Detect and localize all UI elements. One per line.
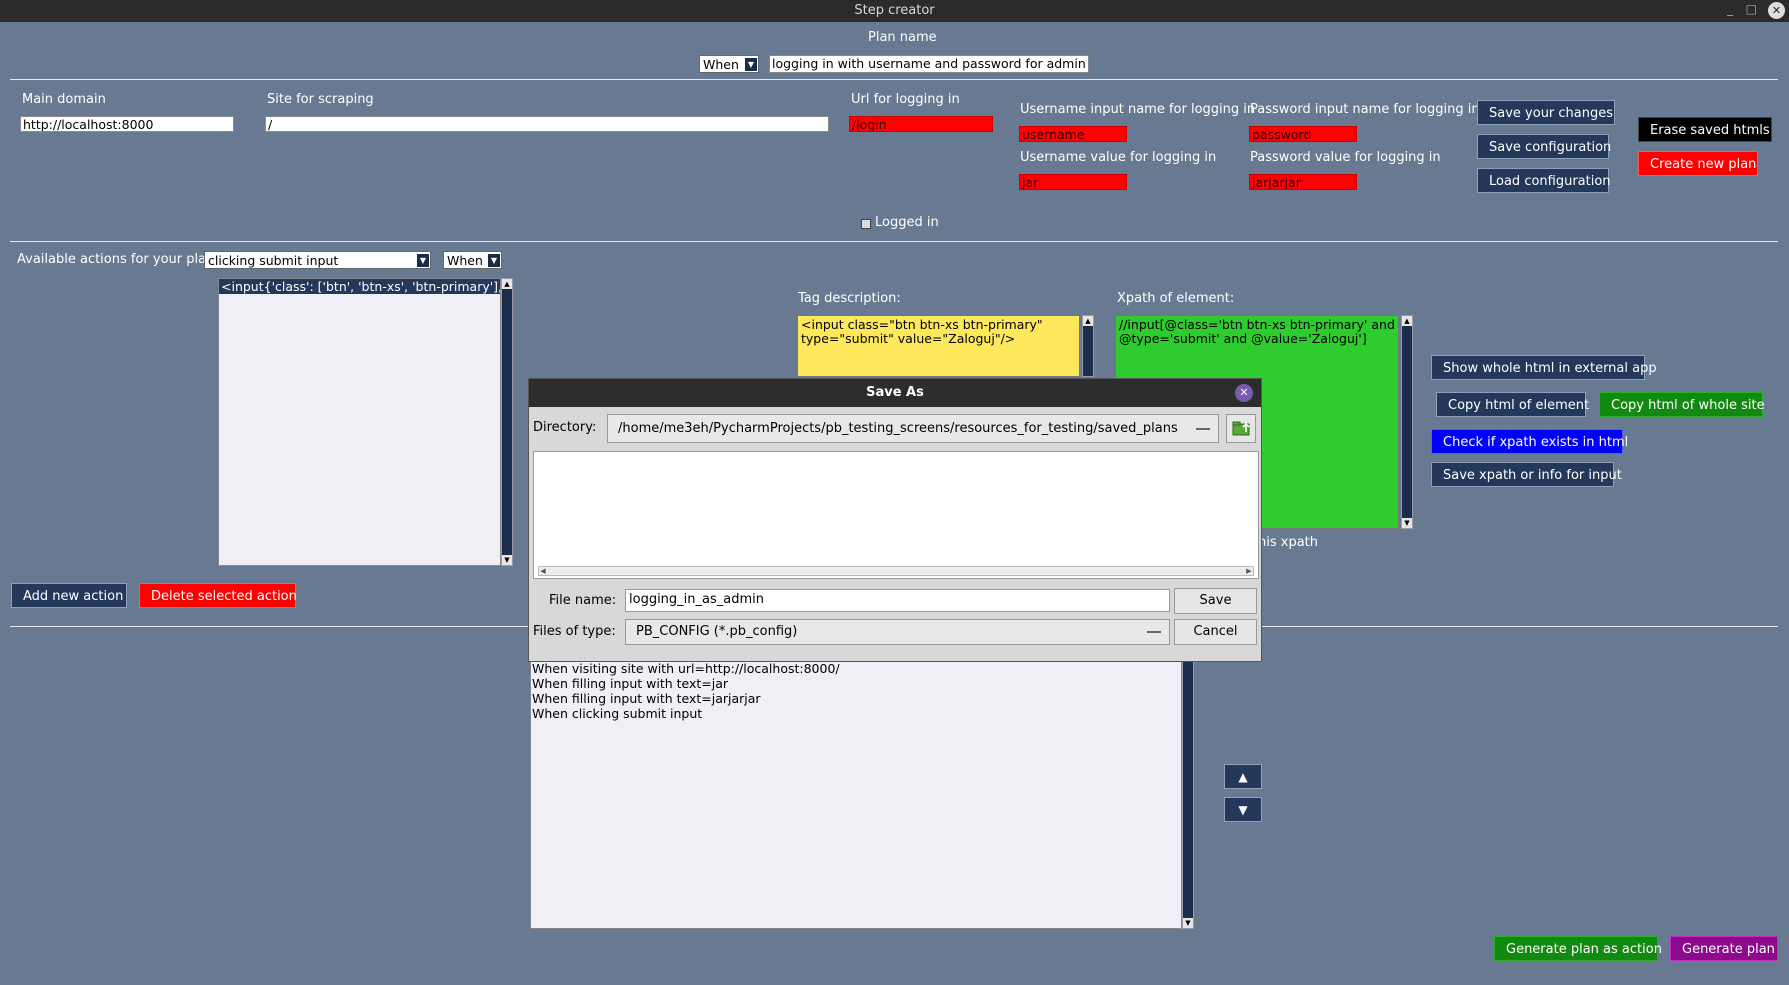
maximize-icon[interactable]: □ xyxy=(1746,2,1757,16)
filename-label: File name: xyxy=(549,593,617,608)
list-item[interactable]: When visiting site with url=http://local… xyxy=(532,661,1180,676)
action-when-select[interactable]: When ▼ xyxy=(443,251,502,269)
file-list[interactable]: ◀ ▶ xyxy=(533,451,1259,579)
copy-site-html-button[interactable]: Copy html of whole site xyxy=(1599,392,1765,417)
dropdown-icon xyxy=(1147,631,1161,633)
save-xpath-button[interactable]: Save xpath or info for input xyxy=(1431,462,1622,487)
chevron-down-icon: ▼ xyxy=(488,254,500,267)
divider xyxy=(10,241,1778,242)
check-xpath-button[interactable]: Check if xpath exists in html xyxy=(1431,429,1628,454)
list-item[interactable]: When clicking submit input xyxy=(532,706,1180,721)
tag-description-text[interactable]: <input class="btn btn-xs btn-primary" ty… xyxy=(797,315,1080,377)
scroll-down-icon[interactable]: ▼ xyxy=(1402,518,1412,528)
steps-listbox[interactable]: When visiting site with url=http://local… xyxy=(530,660,1182,929)
divider xyxy=(10,79,1778,80)
scroll-down-icon[interactable]: ▼ xyxy=(502,555,512,565)
generate-plan-action-button[interactable]: Generate plan as action xyxy=(1494,936,1662,961)
close-icon[interactable]: ✕ xyxy=(1235,384,1253,402)
action-when-value: When xyxy=(447,253,483,268)
filetype-value: PB_CONFIG (*.pb_config) xyxy=(636,624,798,639)
new-folder-button[interactable] xyxy=(1226,414,1256,443)
scroll-up-icon[interactable]: ▲ xyxy=(502,279,512,289)
dialog-title: Save As xyxy=(529,379,1261,407)
save-changes-button[interactable]: Save your changes xyxy=(1477,100,1615,125)
file-list-hscrollbar[interactable]: ◀ ▶ xyxy=(538,566,1254,576)
username-input-label: Username input name for logging in xyxy=(1020,102,1256,117)
site-scraping-label: Site for scraping xyxy=(267,92,374,107)
filename-input[interactable]: logging_in_as_admin xyxy=(625,589,1170,612)
main-domain-label: Main domain xyxy=(22,92,106,107)
username-value-field[interactable]: jar xyxy=(1019,174,1127,190)
url-login-label: Url for logging in xyxy=(851,92,960,107)
add-action-button[interactable]: Add new action xyxy=(11,583,127,608)
delete-action-button[interactable]: Delete selected action xyxy=(139,583,297,608)
password-input-label: Password input name for logging in xyxy=(1250,102,1480,117)
minimize-icon[interactable]: _ xyxy=(1727,2,1733,16)
scroll-left-icon[interactable]: ◀ xyxy=(539,567,547,575)
password-value-field[interactable]: jarjarjar xyxy=(1249,174,1357,190)
save-as-dialog: Save As ✕ Directory: /home/me3eh/Pycharm… xyxy=(528,378,1262,662)
save-configuration-button[interactable]: Save configuration xyxy=(1477,134,1611,159)
list-item[interactable]: When filling input with text=jarjarjar xyxy=(532,691,1180,706)
plan-name-label: Plan name xyxy=(868,30,937,45)
chevron-down-icon: ▼ xyxy=(745,58,757,71)
steps-scrollbar[interactable]: ▼ xyxy=(1182,660,1194,929)
action-select[interactable]: clicking submit input ▼ xyxy=(204,251,431,269)
dropdown-icon xyxy=(1196,427,1210,430)
username-input-field[interactable]: username xyxy=(1019,126,1127,142)
show-html-button[interactable]: Show whole html in external app xyxy=(1431,355,1657,380)
scroll-up-icon[interactable]: ▲ xyxy=(1083,316,1093,326)
list-item[interactable]: When filling input with text=jar xyxy=(532,676,1180,691)
password-value-label: Password value for logging in xyxy=(1250,150,1441,165)
username-value-label: Username value for logging in xyxy=(1020,150,1217,165)
close-window-icon[interactable]: ✕ xyxy=(1768,2,1785,19)
plan-name-input[interactable]: logging in with username and password fo… xyxy=(769,55,1089,73)
save-button[interactable]: Save xyxy=(1174,588,1257,614)
filetype-label: Files of type: xyxy=(533,624,616,639)
directory-select[interactable]: /home/me3eh/PycharmProjects/pb_testing_s… xyxy=(607,414,1219,443)
new-folder-icon xyxy=(1232,421,1250,436)
actions-scrollbar[interactable]: ▲ ▼ xyxy=(501,278,513,566)
move-up-button[interactable]: ▲ xyxy=(1224,764,1262,789)
url-login-input[interactable]: /login xyxy=(849,116,993,132)
main-domain-input[interactable]: http://localhost:8000 xyxy=(20,116,234,132)
password-input-field[interactable]: password xyxy=(1249,126,1357,142)
filetype-select[interactable]: PB_CONFIG (*.pb_config) xyxy=(625,619,1170,645)
move-down-button[interactable]: ▼ xyxy=(1224,797,1262,822)
window-title: Step creator xyxy=(854,3,935,18)
action-select-value: clicking submit input xyxy=(208,253,339,268)
plan-when-value: When xyxy=(703,57,739,72)
scroll-up-icon[interactable]: ▲ xyxy=(1402,316,1412,326)
xpath-check-label: his xpath xyxy=(1258,535,1319,550)
xpath-label: Xpath of element: xyxy=(1117,291,1235,306)
copy-element-html-button[interactable]: Copy html of element xyxy=(1436,392,1589,417)
generate-plan-button[interactable]: Generate plan xyxy=(1670,936,1778,961)
scroll-right-icon[interactable]: ▶ xyxy=(1245,567,1253,575)
tag-scrollbar[interactable]: ▲ xyxy=(1082,315,1094,377)
available-actions-label: Available actions for your plan xyxy=(17,252,215,267)
plan-when-select[interactable]: When ▼ xyxy=(699,55,759,73)
directory-value: /home/me3eh/PycharmProjects/pb_testing_s… xyxy=(618,421,1178,436)
create-plan-button[interactable]: Create new plan xyxy=(1638,151,1758,176)
site-scraping-input[interactable]: / xyxy=(265,116,829,132)
list-item[interactable]: <input{'class': ['btn', 'btn-xs', 'btn-p… xyxy=(219,279,500,294)
xpath-scrollbar[interactable]: ▲ ▼ xyxy=(1401,315,1413,529)
actions-listbox[interactable]: <input{'class': ['btn', 'btn-xs', 'btn-p… xyxy=(218,278,501,566)
logged-in-label: Logged in xyxy=(875,215,939,230)
tag-description-label: Tag description: xyxy=(798,291,901,306)
window-titlebar: Step creator _ □ ✕ xyxy=(0,0,1789,22)
directory-label: Directory: xyxy=(533,420,597,435)
load-configuration-button[interactable]: Load configuration xyxy=(1477,168,1611,193)
cancel-button[interactable]: Cancel xyxy=(1174,619,1257,645)
logged-in-checkbox[interactable] xyxy=(861,219,871,229)
scroll-down-icon[interactable]: ▼ xyxy=(1183,918,1193,928)
chevron-down-icon: ▼ xyxy=(417,254,429,267)
erase-htmls-button[interactable]: Erase saved htmls xyxy=(1638,117,1772,142)
